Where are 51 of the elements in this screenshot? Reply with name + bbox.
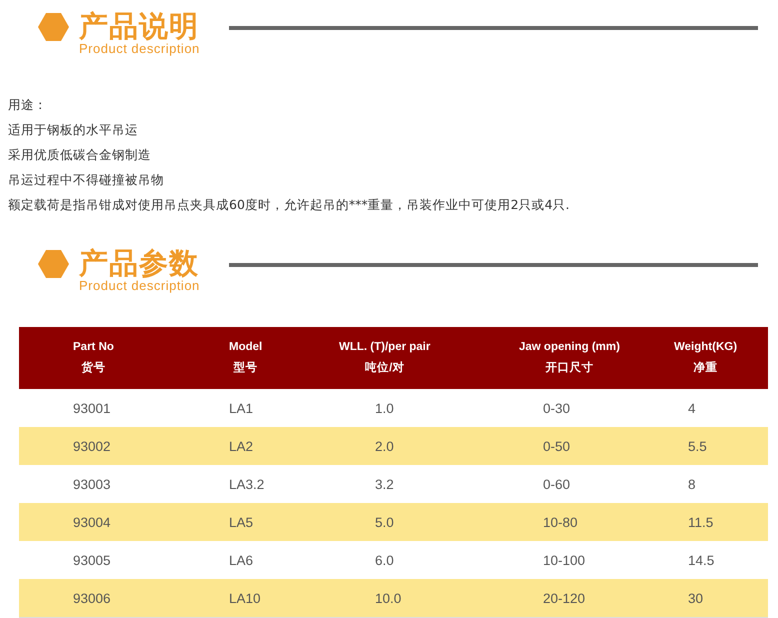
table-cell-text: 3.2 <box>375 476 395 492</box>
column-header: 净重 <box>694 360 718 376</box>
table-cell-text: 20-120 <box>543 590 586 606</box>
table-cell-text: 10.0 <box>375 590 402 606</box>
column-header: 吨位/对 <box>365 360 404 376</box>
table-cell-text: 0-50 <box>543 438 572 454</box>
table-cell-text: 93003 <box>73 476 112 492</box>
hexagon-icon <box>38 13 69 41</box>
table-cell-text: 0-30 <box>543 400 572 416</box>
table-cell-text: LA6 <box>229 552 254 568</box>
table-cell-text: 5.0 <box>375 514 395 530</box>
description-line: 适用于钢板的水平吊运 <box>8 121 139 139</box>
table-cell-text: 11.5 <box>688 514 714 530</box>
table-cell-text: 0-60 <box>543 476 572 492</box>
table-cell-text: LA10 <box>229 590 262 606</box>
column-header: WLL. (T)/per pair <box>339 340 430 355</box>
hexagon-icon <box>38 250 69 278</box>
section-title: 产品说明 <box>79 10 200 42</box>
table-cell-text: 6.0 <box>375 552 395 568</box>
table-cell-text: LA3.2 <box>229 476 266 492</box>
column-header: Model <box>229 340 262 355</box>
table-cell-text: 93001 <box>73 400 112 416</box>
table-cell-text: LA2 <box>229 438 254 454</box>
table-cell-text: 93006 <box>73 590 112 606</box>
section-subtitle: Product description <box>79 279 201 293</box>
column-header: 型号 <box>234 360 258 376</box>
description-line: 用途： <box>8 96 48 114</box>
section-subtitle: Product description <box>79 42 201 56</box>
table-cell-text: 1.0 <box>375 400 395 416</box>
table-cell-text: 14.5 <box>688 552 716 568</box>
table-cell-text: LA5 <box>229 514 254 530</box>
description-line: 额定载荷是指吊钳成对使用吊点夹具成60度时，允许起吊的***重量，吊装作业中可使用2只或4只. <box>8 196 571 214</box>
table-cell-text: 8 <box>688 476 697 492</box>
column-header: Jaw opening (mm) <box>519 340 620 355</box>
table-cell-text: 30 <box>688 590 704 606</box>
table-cell-text: 4 <box>688 400 697 416</box>
table-cell-text: 2.0 <box>375 438 395 454</box>
table-cell-text: 10-80 <box>543 514 579 530</box>
table-cell-text: 93002 <box>73 438 112 454</box>
description-line: 采用优质低碳合金钢制造 <box>8 146 152 164</box>
table-cell-text: LA1 <box>229 400 254 416</box>
table-cell-text: 93005 <box>73 552 112 568</box>
column-header: Part No <box>73 340 114 355</box>
table-cell-text: 10-100 <box>543 552 586 568</box>
section-title: 产品参数 <box>79 247 200 279</box>
table-cell-text: 5.5 <box>688 438 708 454</box>
column-header: Weight(KG) <box>674 340 738 355</box>
table-cell-text: 93004 <box>73 514 112 530</box>
column-header: 开口尺寸 <box>545 360 594 376</box>
column-header: 货号 <box>81 360 106 376</box>
description-line: 吊运过程中不得碰撞被吊物 <box>8 171 165 189</box>
